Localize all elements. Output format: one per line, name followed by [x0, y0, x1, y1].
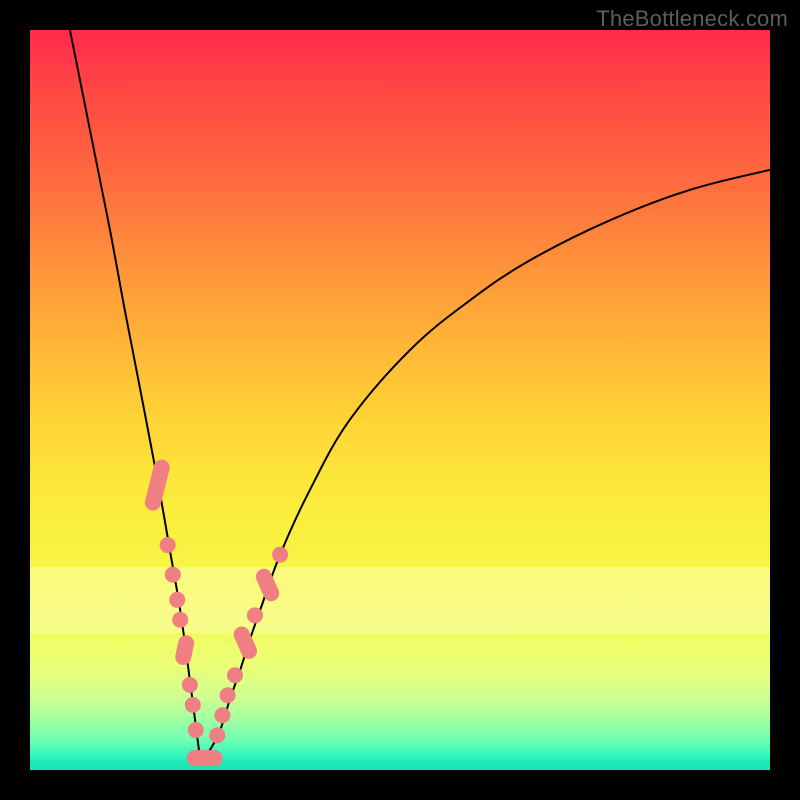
chart-frame: TheBottleneck.com [0, 0, 800, 800]
data-marker [174, 634, 196, 667]
data-marker [172, 612, 188, 628]
data-marker [143, 458, 171, 512]
data-marker [247, 607, 263, 623]
highlight-band [30, 567, 770, 634]
data-marker [220, 687, 236, 703]
data-marker [185, 697, 201, 713]
curve-path [70, 30, 770, 763]
data-marker [187, 750, 223, 766]
chart-svg [30, 30, 770, 770]
data-marker [231, 624, 259, 662]
data-marker [209, 727, 225, 743]
marker-group [143, 458, 288, 766]
data-marker [188, 722, 204, 738]
data-marker [182, 677, 198, 693]
data-marker [253, 566, 281, 604]
data-marker [165, 567, 181, 583]
data-marker [227, 667, 243, 683]
plot-area [30, 30, 770, 770]
data-marker [272, 547, 288, 563]
data-marker [160, 537, 176, 553]
data-marker [214, 707, 230, 723]
bottleneck-curve [70, 30, 770, 763]
data-marker [169, 592, 185, 608]
watermark-text: TheBottleneck.com [596, 6, 788, 32]
